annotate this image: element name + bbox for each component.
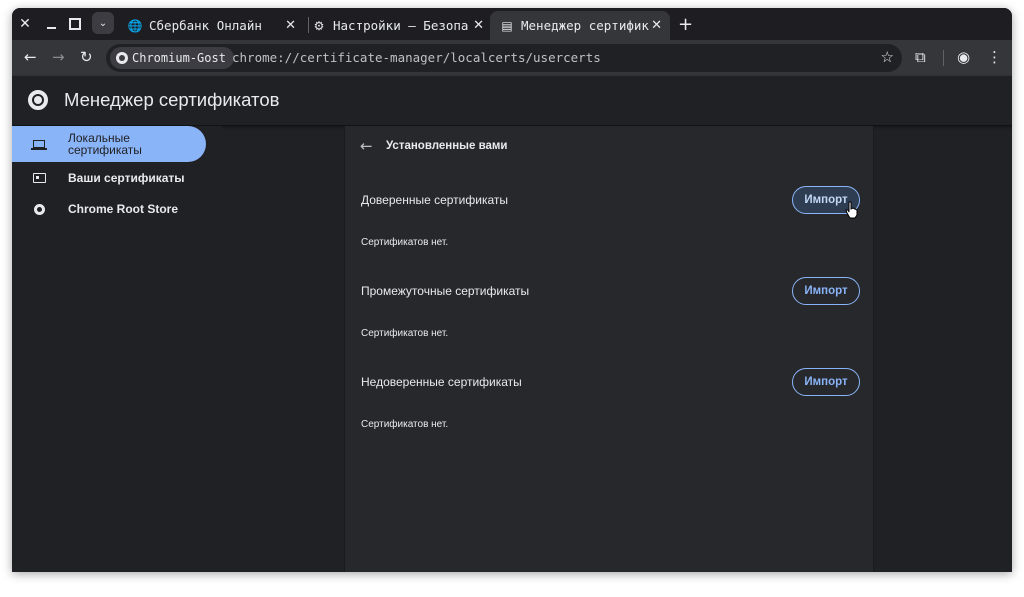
sidebar: Локальные сертификаты Ваши сертификаты C…: [12, 126, 222, 572]
reload-icon[interactable]: ↻: [80, 48, 93, 66]
browser-window: ✕ ⌄ 🌐 Сбербанк Онлайн ✕ ⚙ Настройки – Бе…: [12, 8, 1012, 572]
sidebar-item-label: Chrome Root Store: [68, 202, 179, 216]
chrome-logo-icon: [28, 90, 48, 110]
profile-icon[interactable]: ◉: [957, 48, 970, 66]
sidebar-item-local-certificates[interactable]: Локальные сертификаты: [12, 126, 206, 162]
tab-search-button[interactable]: ⌄: [92, 12, 114, 34]
address-bar[interactable]: Chromium-Gost chrome://certificate-manag…: [106, 44, 902, 72]
tab-close-button[interactable]: ✕: [473, 18, 484, 33]
new-tab-button[interactable]: +: [678, 14, 693, 35]
chromium-icon: [116, 52, 128, 64]
certificate-icon: ▤: [501, 18, 513, 33]
back-arrow-icon[interactable]: ←: [360, 137, 373, 155]
url-text[interactable]: chrome://certificate-manager/localcerts/…: [232, 50, 601, 65]
tab-close-button[interactable]: ✕: [285, 18, 296, 33]
sidebar-item-label: Локальные сертификаты: [68, 131, 142, 157]
section-title-trusted: Доверенные сертификаты: [361, 193, 508, 207]
empty-text-trusted: Сертификатов нет.: [361, 237, 449, 248]
import-intermediate-button[interactable]: Импорт: [792, 277, 860, 305]
minimize-window-button[interactable]: [40, 13, 62, 35]
import-untrusted-button[interactable]: Импорт: [792, 368, 860, 396]
page-title: Менеджер сертификатов: [64, 89, 280, 110]
gear-icon: ⚙: [313, 18, 325, 33]
site-info-chip[interactable]: Chromium-Gost: [110, 47, 234, 69]
close-window-button[interactable]: ✕: [14, 13, 36, 35]
bookmark-star-icon[interactable]: ☆: [881, 48, 894, 66]
tab-strip: ✕ ⌄ 🌐 Сбербанк Онлайн ✕ ⚙ Настройки – Бе…: [12, 8, 1012, 40]
tab-certificate-manager[interactable]: ▤ Менеджер сертифика ✕: [490, 11, 670, 40]
hand-cursor-icon: [845, 201, 858, 219]
extensions-icon[interactable]: ⧉: [915, 48, 926, 66]
tab-settings[interactable]: ⚙ Настройки – Безопа ✕: [302, 11, 492, 40]
sidebar-item-chrome-root-store[interactable]: Chrome Root Store: [12, 191, 206, 227]
site-chip-label: Chromium-Gost: [132, 51, 226, 65]
menu-icon[interactable]: ⋮: [987, 48, 1002, 66]
toolbar-divider: [943, 50, 944, 66]
back-icon[interactable]: ←: [24, 48, 37, 66]
tab-title: Менеджер сертифика: [521, 18, 649, 33]
empty-text-untrusted: Сертификатов нет.: [361, 419, 449, 430]
forward-icon[interactable]: →: [52, 48, 65, 66]
globe-icon: 🌐: [127, 18, 143, 33]
page-header: Менеджер сертификатов: [12, 76, 1012, 126]
section-title-intermediate: Промежуточные сертификаты: [361, 284, 530, 298]
tab-title: Настройки – Безопа: [333, 18, 469, 33]
subpage-title: Установленные вами: [386, 140, 508, 152]
tab-title: Сбербанк Онлайн: [149, 18, 262, 33]
browser-toolbar: ← → ↻ Chromium-Gost chrome://certificate…: [12, 40, 1012, 76]
sidebar-item-label: Ваши сертификаты: [68, 171, 185, 185]
content-card: ← Установленные вами Доверенные сертифик…: [344, 126, 874, 572]
tab-sberbank[interactable]: 🌐 Сбербанк Онлайн ✕: [118, 11, 304, 40]
card-icon: [32, 172, 46, 184]
chrome-icon: [32, 203, 46, 215]
empty-text-intermediate: Сертификатов нет.: [361, 328, 449, 339]
section-title-untrusted: Недоверенные сертификаты: [361, 375, 522, 389]
maximize-window-button[interactable]: [64, 13, 86, 35]
laptop-icon: [31, 138, 47, 150]
tab-close-button[interactable]: ✕: [651, 18, 662, 33]
